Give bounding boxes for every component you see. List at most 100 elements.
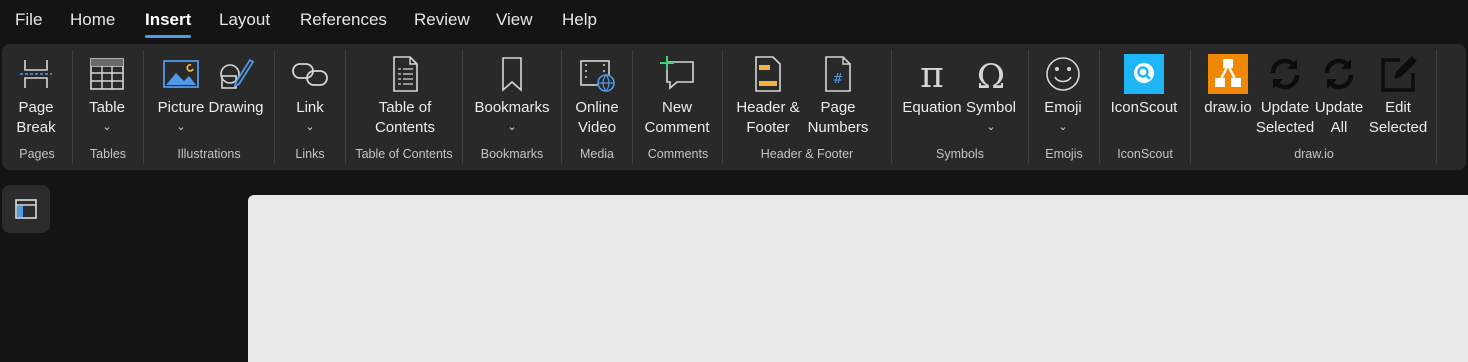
group-label-comments: Comments bbox=[647, 147, 709, 161]
equation-button[interactable]: π Equation bbox=[902, 44, 962, 144]
group-label-media: Media bbox=[579, 147, 615, 161]
navigation-pane-icon bbox=[15, 199, 37, 219]
group-separator bbox=[72, 50, 73, 164]
omega-icon: Ω bbox=[971, 54, 1011, 94]
table-label: Table bbox=[89, 99, 125, 116]
chevron-down-icon: ⌄ bbox=[1058, 121, 1068, 133]
page-break-icon bbox=[16, 54, 56, 94]
group-label-drawio: draw.io bbox=[1294, 147, 1334, 161]
drawing-icon bbox=[216, 54, 256, 94]
page-break-button[interactable]: Page Break bbox=[14, 44, 58, 144]
group-separator bbox=[561, 50, 562, 164]
ribbon: Page Break Pages Table ⌄ Tables Picture … bbox=[2, 44, 1466, 170]
online-video-label: Online Video bbox=[575, 99, 619, 136]
online-video-icon bbox=[577, 54, 617, 94]
pi-icon: π bbox=[912, 54, 952, 94]
group-separator bbox=[632, 50, 633, 164]
page-numbers-label: Page Numbers bbox=[807, 99, 869, 136]
new-comment-label: New Comment bbox=[644, 99, 710, 136]
update-all-button[interactable]: Update All bbox=[1315, 44, 1363, 144]
group-label-illustrations: Illustrations bbox=[177, 147, 241, 161]
group-label-links: Links bbox=[295, 147, 325, 161]
tab-layout[interactable]: Layout bbox=[219, 10, 270, 30]
group-separator bbox=[462, 50, 463, 164]
group-separator bbox=[1436, 50, 1437, 164]
group-label-iconscout: IconScout bbox=[1117, 147, 1173, 161]
menu-bar: File Home Insert Layout References Revie… bbox=[0, 0, 1468, 44]
tab-insert-label: Insert bbox=[145, 10, 192, 29]
table-of-contents-label: Table of Contents bbox=[374, 99, 436, 136]
group-separator bbox=[1190, 50, 1191, 164]
table-of-contents-icon bbox=[385, 54, 425, 94]
link-label: Link bbox=[296, 99, 324, 116]
group-label-pages: Pages bbox=[19, 147, 55, 161]
iconscout-button[interactable]: IconScout bbox=[1111, 44, 1177, 144]
group-label-bookmarks: Bookmarks bbox=[480, 147, 544, 161]
tab-references[interactable]: References bbox=[300, 10, 387, 30]
chevron-down-icon: ⌄ bbox=[507, 121, 517, 133]
svg-text:#: # bbox=[833, 72, 844, 87]
svg-text:π: π bbox=[920, 55, 944, 94]
tab-file[interactable]: File bbox=[15, 10, 42, 30]
symbol-label: Symbol bbox=[965, 99, 1017, 116]
iconscout-label: IconScout bbox=[1110, 99, 1178, 116]
drawing-label: Drawing bbox=[208, 99, 264, 116]
emoji-button[interactable]: Emoji ⌄ bbox=[1042, 44, 1084, 144]
table-button[interactable]: Table ⌄ bbox=[86, 44, 128, 144]
bookmarks-button[interactable]: Bookmarks ⌄ bbox=[474, 44, 550, 144]
group-label-header-footer: Header & Footer bbox=[760, 147, 854, 161]
active-tab-indicator bbox=[145, 35, 192, 38]
document-page[interactable] bbox=[248, 195, 1468, 362]
page-break-label: Page Break bbox=[16, 99, 56, 136]
symbol-button[interactable]: Ω Symbol ⌄ bbox=[966, 44, 1016, 144]
link-button[interactable]: Link ⌄ bbox=[290, 44, 330, 144]
group-separator bbox=[274, 50, 275, 164]
update-selected-button[interactable]: Update Selected bbox=[1256, 44, 1314, 144]
drawing-button[interactable]: Drawing bbox=[208, 44, 264, 144]
group-separator bbox=[722, 50, 723, 164]
table-icon bbox=[87, 54, 127, 94]
picture-icon bbox=[161, 54, 201, 94]
bookmark-icon bbox=[492, 54, 532, 94]
svg-text:Ω: Ω bbox=[977, 57, 1005, 94]
group-label-symbols: Symbols bbox=[936, 147, 984, 161]
group-separator bbox=[345, 50, 346, 164]
group-separator bbox=[1099, 50, 1100, 164]
online-video-button[interactable]: Online Video bbox=[575, 44, 619, 144]
group-label-emojis: Emojis bbox=[1045, 147, 1083, 161]
edit-selected-label: Edit Selected bbox=[1368, 99, 1428, 136]
tab-view[interactable]: View bbox=[496, 10, 533, 30]
tab-help[interactable]: Help bbox=[562, 10, 597, 30]
edit-icon bbox=[1378, 54, 1418, 94]
refresh-icon bbox=[1265, 54, 1305, 94]
group-label-tables: Tables bbox=[89, 147, 127, 161]
navigation-pane-button[interactable] bbox=[2, 185, 50, 233]
drawio-button[interactable]: draw.io bbox=[1204, 44, 1252, 144]
table-of-contents-button[interactable]: Table of Contents bbox=[374, 44, 436, 144]
group-label-table-of-contents: Table of Contents bbox=[355, 147, 453, 161]
smiley-icon bbox=[1043, 54, 1083, 94]
edit-selected-button[interactable]: Edit Selected bbox=[1369, 44, 1427, 144]
link-icon bbox=[290, 54, 330, 94]
chevron-down-icon: ⌄ bbox=[305, 121, 315, 133]
header-footer-icon bbox=[748, 54, 788, 94]
group-separator bbox=[1028, 50, 1029, 164]
group-separator bbox=[143, 50, 144, 164]
header-footer-button[interactable]: Header & Footer bbox=[736, 44, 800, 144]
new-comment-icon bbox=[657, 54, 697, 94]
new-comment-button[interactable]: New Comment bbox=[644, 44, 710, 144]
refresh-icon bbox=[1319, 54, 1359, 94]
tab-home[interactable]: Home bbox=[70, 10, 115, 30]
chevron-down-icon: ⌄ bbox=[986, 121, 996, 133]
page-numbers-button[interactable]: # Page Numbers bbox=[806, 44, 870, 144]
drawio-logo-icon bbox=[1208, 54, 1248, 94]
iconscout-logo-icon bbox=[1124, 54, 1164, 94]
emoji-label: Emoji bbox=[1044, 99, 1082, 116]
picture-button[interactable]: Picture ⌄ bbox=[157, 44, 205, 144]
tab-review[interactable]: Review bbox=[414, 10, 470, 30]
bookmarks-label: Bookmarks bbox=[474, 99, 550, 116]
chevron-down-icon: ⌄ bbox=[102, 121, 112, 133]
tab-insert[interactable]: Insert bbox=[145, 10, 192, 38]
chevron-down-icon: ⌄ bbox=[176, 121, 186, 133]
page-numbers-icon: # bbox=[818, 54, 858, 94]
